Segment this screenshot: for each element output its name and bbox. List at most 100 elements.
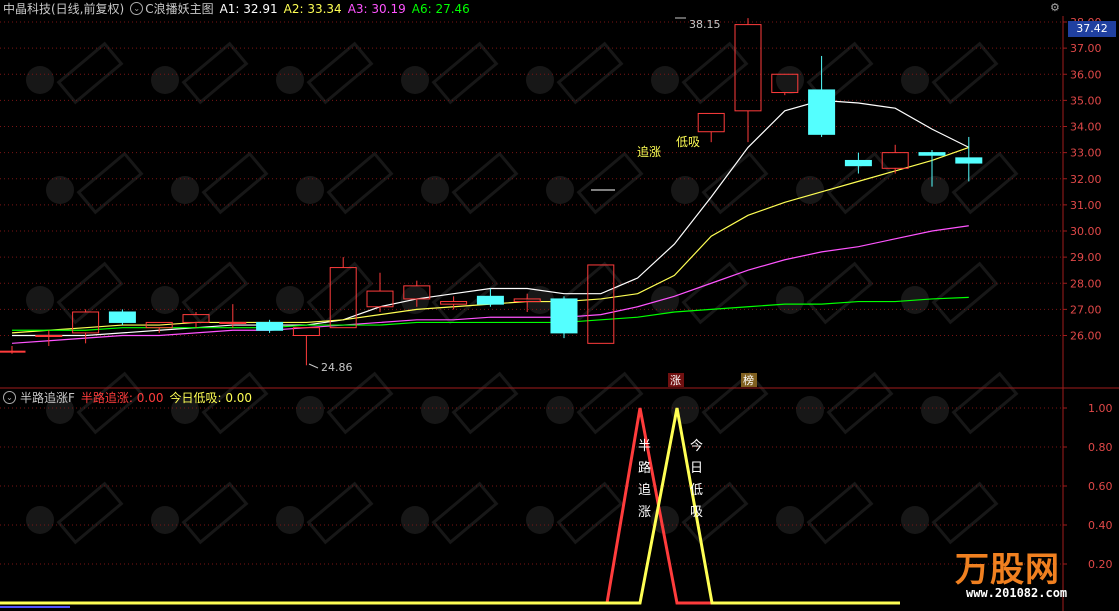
price-tick-label: 37.00: [1070, 42, 1102, 55]
price-tick-label: 33.00: [1070, 147, 1102, 160]
ma-line-a3: [11, 225, 969, 344]
watermark-mark: [921, 176, 949, 204]
sub-tick-label: 0.60: [1088, 480, 1113, 493]
candle: [808, 89, 836, 135]
watermark-mark: [931, 261, 999, 325]
sub-indicator-chevron-icon[interactable]: ⌄: [3, 391, 16, 404]
watermark-mark: [806, 481, 874, 545]
watermark-mark: [671, 176, 699, 204]
dixi-label: 低吸: [676, 135, 700, 149]
sub-indicator-name[interactable]: 半路追涨F: [20, 389, 75, 406]
main-header: 中晶科技(日线,前复权) ⌄ C浪播妖主图 A1: 32.91 A2: 33.3…: [3, 0, 470, 17]
sub-header: ⌄ 半路追涨F 半路追涨: 0.00 今日低吸: 0.00: [3, 389, 252, 406]
stock-title[interactable]: 中晶科技(日线,前复权): [3, 0, 124, 17]
sub-tick-label: 0.80: [1088, 441, 1113, 454]
svg-text:24.86: 24.86: [321, 361, 353, 374]
zhuizhang-label: 追涨: [637, 144, 661, 159]
a1-value: A1: 32.91: [219, 1, 278, 16]
current-price-box: 37.42: [1068, 21, 1116, 37]
vertical-char: 路: [638, 460, 651, 476]
watermark-mark: [181, 261, 249, 325]
wangu-logo: 万股网: [955, 550, 1060, 590]
watermark-mark: [171, 176, 199, 204]
candle: [844, 159, 872, 167]
watermark-mark: [931, 41, 999, 105]
watermark-mark: [431, 41, 499, 105]
watermark-mark: [296, 176, 324, 204]
candle: [35, 335, 63, 337]
candle: [219, 321, 247, 324]
watermark-mark: [796, 176, 824, 204]
watermark-mark: [306, 41, 374, 105]
sub-tick-label: 0.20: [1088, 558, 1113, 571]
tag-zhang: 涨: [670, 374, 681, 387]
high-marker: 38.15: [675, 17, 721, 31]
price-axis: 38.0037.0036.0035.0034.0033.0032.0031.00…: [1063, 16, 1102, 343]
vertical-char: 涨: [638, 505, 651, 520]
watermark-mark: [826, 371, 894, 435]
watermark-mark: [181, 41, 249, 105]
price-tick-label: 29.00: [1070, 251, 1102, 264]
chart-canvas[interactable]: 38.0037.0036.0035.0034.0033.0032.0031.00…: [0, 0, 1119, 611]
watermark-mark: [56, 41, 124, 105]
watermark-mark: [576, 151, 644, 215]
candle: [550, 298, 578, 334]
watermark-mark: [306, 481, 374, 545]
price-tick-label: 36.00: [1070, 68, 1102, 81]
price-tick-label: 35.00: [1070, 94, 1102, 107]
tag-bang: 榜: [743, 373, 754, 387]
watermark-mark: [401, 506, 429, 534]
zhuizhang-value: 半路追涨: 0.00: [80, 391, 164, 405]
sub-label-zhuizhang: 半路追涨: [638, 439, 651, 520]
sub-chart-grid: [0, 407, 1063, 565]
candle: [0, 350, 26, 353]
watermark-mark: [701, 151, 769, 215]
watermark-mark: [76, 151, 144, 215]
watermark-mark: [201, 151, 269, 215]
settings-icon[interactable]: ⚙: [1050, 1, 1060, 14]
indicator-name[interactable]: C浪播妖主图: [145, 0, 213, 17]
candle: [440, 301, 468, 305]
vertical-char: 追: [638, 482, 651, 498]
price-tick-label: 34.00: [1070, 121, 1102, 134]
watermark-mark: [951, 371, 1019, 435]
price-tick-label: 31.00: [1070, 199, 1102, 212]
sub-label-dixi: 今日低吸: [690, 438, 703, 520]
candle: [955, 157, 983, 164]
vertical-char: 低: [690, 483, 703, 498]
vertical-char: 半: [638, 439, 651, 454]
indicator-chevron-icon[interactable]: ⌄: [130, 2, 144, 15]
sub-tick-label: 0.40: [1088, 519, 1113, 532]
watermark-mark: [931, 481, 999, 545]
watermark-mark: [556, 41, 624, 105]
candle: [734, 24, 762, 112]
watermark-mark: [26, 66, 54, 94]
candle: [697, 112, 725, 133]
watermark-mark: [421, 396, 449, 424]
dixi-value: 今日低吸: 0.00: [169, 391, 253, 405]
watermark-mark: [296, 396, 324, 424]
vertical-char: 今: [690, 438, 703, 454]
price-tick-label: 30.00: [1070, 225, 1102, 238]
watermark-mark: [431, 261, 499, 325]
sub-tick-label: 1.00: [1088, 402, 1113, 415]
watermark-mark: [526, 506, 554, 534]
sub-axis: 1.00 0.80 0.60 0.40 0.20: [1063, 402, 1113, 571]
watermark-mark: [421, 176, 449, 204]
candle: [256, 321, 284, 331]
signal-line-1: [0, 407, 900, 605]
a3-value: A3: 30.19: [347, 1, 406, 16]
watermark-mark: [401, 66, 429, 94]
watermark-mark: [546, 176, 574, 204]
price-tick-label: 27.00: [1070, 303, 1102, 316]
watermark-pattern: [26, 41, 1019, 545]
watermark-mark: [921, 396, 949, 424]
watermark-mark: [901, 506, 929, 534]
watermark-mark: [46, 176, 74, 204]
watermark-mark: [901, 66, 929, 94]
candle: [108, 311, 136, 323]
watermark-mark: [451, 371, 519, 435]
watermark-mark: [651, 66, 679, 94]
price-tick-label: 26.00: [1070, 330, 1102, 343]
a6-value: A6: 27.46: [411, 1, 470, 16]
